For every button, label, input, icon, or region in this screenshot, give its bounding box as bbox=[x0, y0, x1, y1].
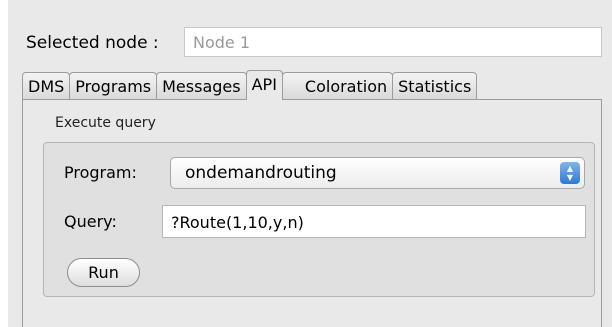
tab-messages[interactable]: Messages bbox=[156, 72, 247, 100]
selected-node-field[interactable]: Node 1 bbox=[184, 27, 602, 57]
query-input[interactable]: ?Route(1,10,y,n) bbox=[162, 205, 586, 238]
program-select-value: ondemandrouting bbox=[185, 163, 337, 183]
tab-coloration[interactable]: Coloration bbox=[281, 72, 394, 100]
tab-api[interactable]: API bbox=[245, 70, 283, 100]
select-arrows-icon: ▲ ▼ bbox=[560, 162, 580, 184]
program-select[interactable]: ondemandrouting ▲ ▼ bbox=[170, 157, 585, 189]
query-label: Query: bbox=[64, 212, 117, 231]
tab-bar: DMS Programs Messages API Coloration Sta… bbox=[22, 70, 478, 100]
run-button[interactable]: Run bbox=[67, 258, 140, 287]
tab-dms[interactable]: DMS bbox=[22, 72, 71, 100]
program-label: Program: bbox=[64, 163, 137, 182]
tab-programs[interactable]: Programs bbox=[69, 72, 158, 100]
tab-statistics[interactable]: Statistics bbox=[392, 72, 478, 100]
selected-node-label: Selected node : bbox=[26, 33, 159, 53]
execute-query-title: Execute query bbox=[55, 115, 156, 131]
